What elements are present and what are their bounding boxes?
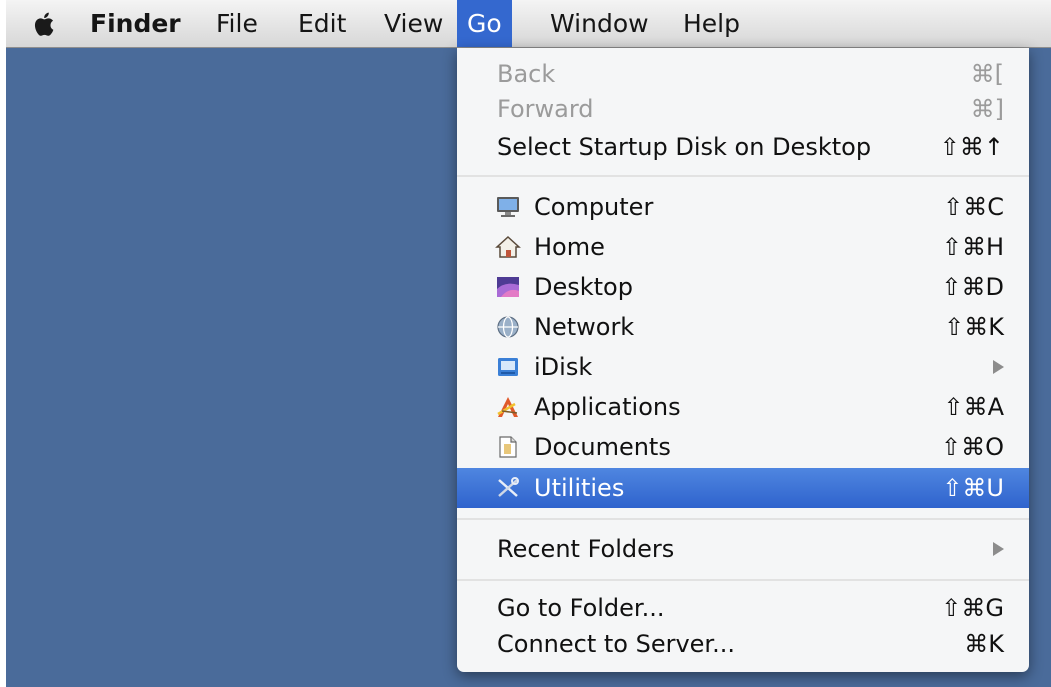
documents-icon xyxy=(499,436,517,458)
shortcut-label: ⌘[ xyxy=(970,60,1004,88)
menu-item-label: Connect to Server... xyxy=(497,630,735,658)
submenu-arrow-icon xyxy=(993,360,1004,374)
menu-item-desktop[interactable]: Desktop ⇧⌘D xyxy=(457,267,1029,307)
menu-item-label: Recent Folders xyxy=(497,535,675,563)
shortcut-label: ⇧⌘↑ xyxy=(939,133,1004,161)
menu-item-network[interactable]: Network ⇧⌘K xyxy=(457,307,1029,347)
menu-item-label: Forward xyxy=(497,95,594,123)
menu-item-go-to-folder[interactable]: Go to Folder... ⇧⌘G xyxy=(457,588,1029,628)
shortcut-label: ⇧⌘H xyxy=(941,233,1004,261)
applications-icon xyxy=(497,397,518,417)
menu-item-idisk[interactable]: iDisk xyxy=(457,347,1029,387)
menu-item-forward[interactable]: Forward ⌘] xyxy=(457,89,1029,129)
menu-item-recent-folders[interactable]: Recent Folders xyxy=(457,529,1029,569)
menu-item-connect-to-server[interactable]: Connect to Server... ⌘K xyxy=(457,624,1029,664)
menu-item-label: Go to Folder... xyxy=(497,594,665,622)
menu-finder[interactable]: Finder xyxy=(80,0,191,47)
menu-item-label: Network xyxy=(534,313,635,341)
menu-window[interactable]: Window xyxy=(540,0,659,47)
menu-go[interactable]: Go xyxy=(457,0,512,47)
menu-item-back[interactable]: Back ⌘[ xyxy=(457,54,1029,94)
menu-separator xyxy=(457,579,1029,581)
menu-item-label: Utilities xyxy=(534,474,625,502)
home-icon xyxy=(495,235,521,258)
menu-separator xyxy=(457,518,1029,520)
menu-item-label: Documents xyxy=(534,433,671,461)
utilities-icon xyxy=(498,477,519,497)
menu-view[interactable]: View xyxy=(374,0,453,47)
shortcut-label: ⇧⌘K xyxy=(944,313,1004,341)
apple-logo-icon[interactable] xyxy=(30,9,60,39)
submenu-arrow-icon xyxy=(993,542,1004,556)
shortcut-label: ⌘] xyxy=(970,95,1004,123)
shortcut-label: ⇧⌘A xyxy=(943,393,1004,421)
computer-icon xyxy=(497,197,519,217)
menu-bar: Finder File Edit View Go Window Help xyxy=(6,0,1051,48)
menu-item-documents[interactable]: Documents ⇧⌘O xyxy=(457,427,1029,467)
menu-item-label: Computer xyxy=(534,193,654,221)
network-icon xyxy=(497,316,519,338)
shortcut-label: ⇧⌘G xyxy=(941,594,1004,622)
go-menu-dropdown: Back ⌘[ Forward ⌘] Select Startup Disk o… xyxy=(457,48,1029,672)
menu-item-label: Desktop xyxy=(534,273,633,301)
desktop-icon xyxy=(497,277,519,297)
idisk-icon xyxy=(498,358,518,376)
shortcut-label: ⇧⌘C xyxy=(943,193,1004,221)
menu-file[interactable]: File xyxy=(206,0,268,47)
shortcut-label: ⌘K xyxy=(964,630,1004,658)
menu-item-applications[interactable]: Applications ⇧⌘A xyxy=(457,387,1029,427)
shortcut-label: ⇧⌘O xyxy=(941,433,1004,461)
menu-item-select-startup-disk[interactable]: Select Startup Disk on Desktop ⇧⌘↑ xyxy=(457,127,1029,167)
menu-item-label: Applications xyxy=(534,393,681,421)
menu-edit[interactable]: Edit xyxy=(288,0,356,47)
shortcut-label: ⇧⌘U xyxy=(942,474,1004,502)
menu-item-label: Home xyxy=(534,233,605,261)
shortcut-label: ⇧⌘D xyxy=(941,273,1004,301)
menu-item-label: iDisk xyxy=(534,353,593,381)
menu-separator xyxy=(457,175,1029,177)
menu-item-label: Select Startup Disk on Desktop xyxy=(497,133,872,161)
menu-item-home[interactable]: Home ⇧⌘H xyxy=(457,227,1029,267)
menu-item-computer[interactable]: Computer ⇧⌘C xyxy=(457,187,1029,227)
menu-item-utilities[interactable]: Utilities ⇧⌘U xyxy=(457,468,1029,508)
menu-help[interactable]: Help xyxy=(673,0,750,47)
menu-item-label: Back xyxy=(497,60,556,88)
